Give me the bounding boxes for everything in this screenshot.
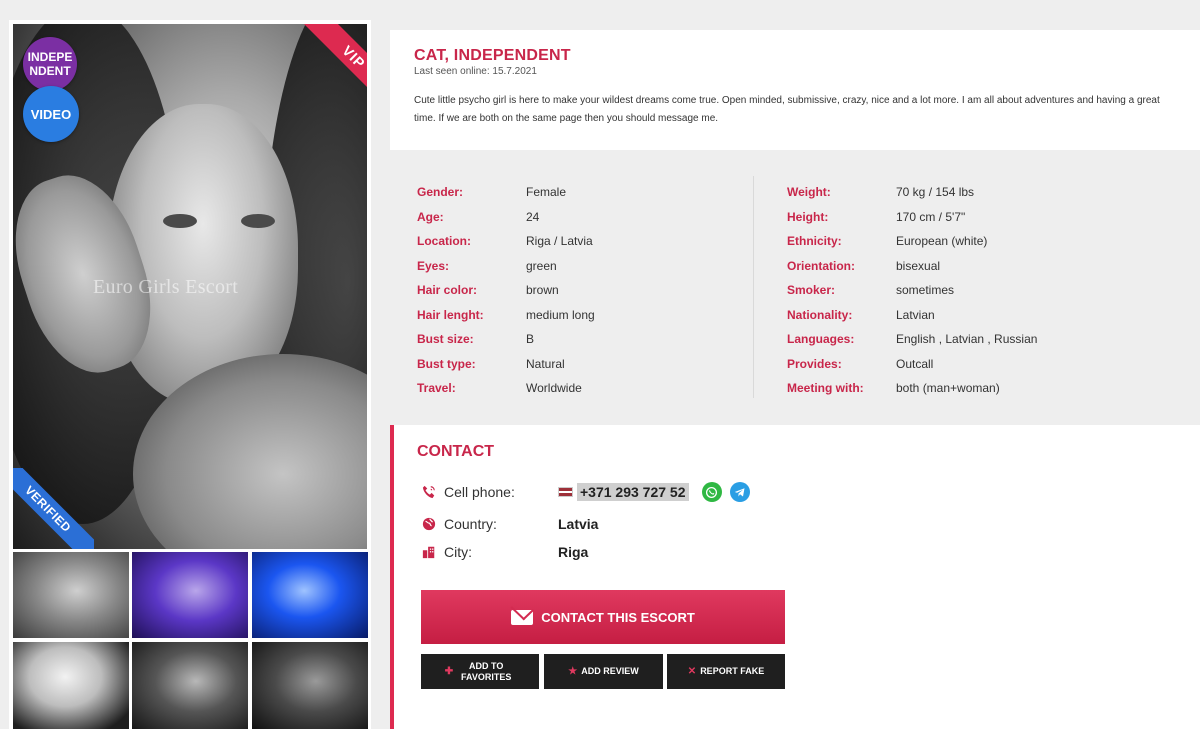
latvia-flag-icon	[558, 487, 573, 497]
gallery-thumbnail[interactable]	[13, 642, 129, 729]
country-label: Country:	[444, 516, 497, 532]
gallery-thumbnail[interactable]	[252, 642, 368, 729]
detail-row: Orientation: bisexual	[787, 258, 941, 273]
city-row: City: Riga	[421, 542, 588, 562]
detail-row: Location: Riga / Latvia	[417, 234, 593, 249]
contact-title: CONTACT	[417, 443, 495, 460]
profile-name: CAT, INDEPENDENT	[414, 47, 571, 64]
contact-card: CONTACT Cell phone: +371 293 727 52 Coun…	[390, 425, 1200, 729]
gallery-thumbnail[interactable]	[132, 552, 248, 638]
details-left-column: Gender: Female Age: 24 Location: Riga / Lat…	[417, 180, 753, 401]
detail-row: Languages: English , Latvian , Russian	[787, 332, 1038, 347]
city-label: City:	[444, 544, 472, 560]
phone-icon	[421, 484, 437, 500]
detail-row: Height: 170 cm / 5'7"	[787, 209, 966, 224]
plus-icon: ✚	[444, 666, 454, 677]
last-seen: Last seen online: 15.7.2021	[414, 66, 537, 77]
vip-ribbon: VIP	[290, 24, 367, 101]
detail-row: Hair lenght: medium long	[417, 307, 595, 322]
details-right-column: Weight: 70 kg / 154 lbs Height: 170 cm / 5…	[787, 180, 1197, 401]
gallery-thumbnail[interactable]	[132, 642, 248, 729]
gallery-thumbnail[interactable]	[13, 552, 129, 638]
detail-row: Eyes: green	[417, 258, 557, 273]
watermark: Euro Girls Escort	[93, 276, 239, 298]
verified-ribbon: VERIFIED	[13, 468, 94, 549]
detail-row: Hair color: brown	[417, 283, 559, 298]
independent-badge: INDEPE NDENT	[23, 37, 77, 91]
close-icon: ✕	[687, 666, 697, 677]
globe-icon	[421, 516, 437, 532]
detail-row: Bust size: B	[417, 332, 535, 347]
detail-row: Provides: Outcall	[787, 356, 934, 371]
profile-description: Cute little psycho girl is here to make …	[414, 95, 1160, 124]
report-fake-button[interactable]: ✕ REPORT FAKE	[667, 654, 785, 689]
detail-row: Smoker: sometimes	[787, 283, 955, 298]
detail-row: Age: 24	[417, 209, 540, 224]
detail-row: Weight: 70 kg / 154 lbs	[787, 185, 975, 200]
envelope-icon	[511, 609, 534, 625]
column-divider	[753, 176, 754, 398]
city-icon	[421, 544, 437, 560]
verified-label: VERIFIED	[13, 468, 94, 549]
contact-escort-label: CONTACT THIS ESCORT	[541, 609, 695, 625]
cell-phone-row: Cell phone: +371 293 727 52	[421, 482, 750, 502]
profile-details: Gender: Female Age: 24 Location: Riga / Lat…	[417, 176, 1197, 401]
gallery-thumbnail[interactable]	[252, 552, 368, 638]
detail-row: Bust type: Natural	[417, 356, 565, 371]
photo-gallery: Euro Girls Escort INDEPE NDENT VIDEO VIP…	[9, 20, 371, 729]
phone-number[interactable]: +371 293 727 52	[577, 483, 689, 501]
detail-row: Travel: Worldwide	[417, 381, 582, 396]
detail-row: Nationality: Latvian	[787, 307, 935, 322]
country-row: Country: Latvia	[421, 514, 598, 534]
vip-label: VIP	[303, 24, 367, 101]
telegram-icon[interactable]	[729, 482, 750, 502]
whatsapp-icon[interactable]	[701, 482, 722, 502]
contact-escort-button[interactable]: CONTACT THIS ESCORT	[421, 590, 785, 644]
cell-phone-label: Cell phone:	[444, 484, 515, 500]
detail-row: Meeting with: both (man+woman)	[787, 381, 1000, 396]
add-to-favorites-button[interactable]: ✚ ADD TO FAVORITES	[421, 654, 539, 689]
country-value: Latvia	[558, 516, 599, 532]
profile-header-card: CAT, INDEPENDENT Last seen online: 15.7.…	[390, 30, 1200, 150]
add-review-button[interactable]: ★ ADD REVIEW	[544, 654, 663, 689]
detail-row: Ethnicity: European (white)	[787, 234, 988, 249]
city-value: Riga	[558, 544, 589, 560]
detail-row: Gender: Female	[417, 185, 567, 200]
video-badge[interactable]: VIDEO	[23, 86, 79, 142]
star-icon: ★	[568, 666, 578, 677]
